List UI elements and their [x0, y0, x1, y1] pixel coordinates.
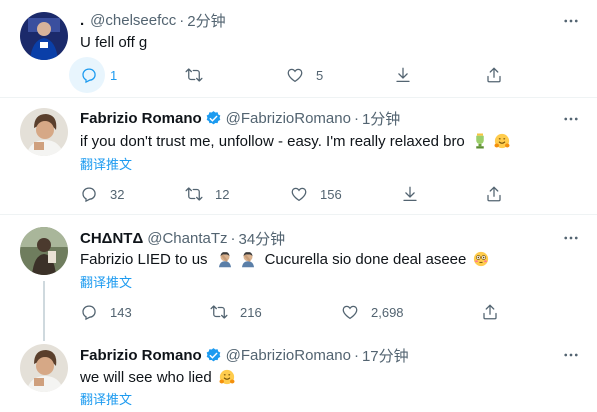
tweet-text-body: we will see who lied — [80, 368, 212, 386]
like-button[interactable]: 156 — [290, 182, 342, 206]
hugging-face-emoji-icon — [494, 133, 510, 149]
retweet-count: 216 — [240, 304, 262, 320]
translate-link[interactable]: 翻译推文 — [80, 272, 132, 291]
like-count: 5 — [316, 67, 324, 83]
author-name[interactable]: Fabrizio Romano — [80, 110, 202, 127]
author-handle[interactable]: @ChantaTz — [147, 230, 227, 247]
author-name[interactable]: CHΔNTΔ — [80, 230, 143, 247]
author-handle[interactable]: @chelseefcc — [90, 12, 176, 29]
share-icon — [481, 303, 499, 321]
tweet-text: U fell off g — [80, 34, 148, 51]
download-icon — [394, 66, 412, 84]
retweet-icon — [185, 185, 203, 203]
download-button[interactable] — [401, 182, 419, 206]
retweet-button[interactable]: 216 — [210, 300, 262, 324]
retweet-button[interactable]: 12 — [185, 182, 229, 206]
tweet-3-header: CHΔNTΔ @ChantaTz · 34分钟 — [80, 228, 285, 249]
tweet-4-header: Fabrizio Romano @FabrizioRomano · 17分钟 — [80, 345, 409, 366]
reply-count: 32 — [110, 186, 125, 202]
separator-dot: · — [353, 110, 359, 127]
verified-icon — [206, 348, 220, 362]
share-button[interactable] — [481, 300, 499, 324]
tweet-text-part-2: Cucurella sio done deal aseee — [264, 250, 467, 268]
man-facepalming-emoji-icon — [241, 252, 254, 268]
retweet-icon — [185, 66, 203, 84]
like-icon — [290, 185, 308, 203]
verified-icon — [206, 111, 220, 125]
tweet-text-body: if you don't trust me, unfollow - easy. … — [80, 132, 465, 150]
reply-button[interactable]: 1 — [80, 63, 117, 87]
like-button[interactable]: 2,698 — [341, 300, 404, 324]
more-icon[interactable] — [562, 346, 580, 364]
trophy-emoji-icon — [476, 133, 484, 149]
reply-count: 1 — [110, 67, 118, 83]
author-handle[interactable]: @FabrizioRomano — [226, 347, 351, 364]
avatar-fabrizio[interactable] — [20, 108, 68, 156]
share-icon — [485, 66, 503, 84]
tweet-3[interactable]: CHΔNTΔ @ChantaTz · 34分钟 Fabrizio LIED to… — [0, 215, 597, 412]
author-dot[interactable]: . — [80, 12, 84, 29]
reply-icon — [80, 66, 98, 84]
reply-icon — [80, 185, 98, 203]
retweet-button[interactable] — [185, 63, 203, 87]
author-name[interactable]: Fabrizio Romano — [80, 347, 202, 364]
retweet-count: 12 — [215, 186, 230, 202]
share-icon — [485, 185, 503, 203]
tweet-time[interactable]: 1分钟 — [362, 108, 400, 129]
tweet-2[interactable]: Fabrizio Romano @FabrizioRomano · 1分钟 if… — [0, 98, 597, 214]
translate-link[interactable]: 翻译推文 — [80, 154, 132, 173]
separator-dot: · — [353, 347, 359, 364]
tweet-text: Fabrizio LIED to us Cucurella sio done d… — [80, 250, 490, 268]
reply-button[interactable]: 143 — [80, 300, 132, 324]
separator-dot: · — [230, 230, 236, 247]
flushed-face-emoji-icon — [474, 251, 489, 267]
avatar-fabrizio[interactable] — [20, 344, 68, 392]
tweet-text: if you don't trust me, unfollow - easy. … — [80, 132, 511, 150]
translate-link[interactable]: 翻译推文 — [80, 389, 132, 408]
more-icon[interactable] — [562, 110, 580, 128]
reply-icon — [80, 303, 98, 321]
reply-count: 143 — [110, 304, 132, 320]
like-count: 156 — [320, 186, 342, 202]
tweet-time[interactable]: 17分钟 — [362, 345, 409, 366]
man-facepalming-emoji-icon — [218, 252, 231, 268]
tweet-1[interactable]: . @chelseefcc · 2分钟 U fell off g 1 5 — [0, 0, 597, 97]
like-icon — [286, 66, 304, 84]
tweet-text-part-1: Fabrizio LIED to us — [80, 250, 208, 268]
more-icon[interactable] — [562, 229, 580, 247]
like-count: 2,698 — [371, 304, 404, 320]
like-button[interactable]: 5 — [286, 63, 323, 87]
share-button[interactable] — [485, 63, 503, 87]
tweet-time[interactable]: 34分钟 — [239, 228, 286, 249]
avatar-chantatz[interactable] — [20, 227, 68, 275]
like-icon — [341, 303, 359, 321]
avatar-chelseefcc[interactable] — [20, 12, 68, 60]
retweet-icon — [210, 303, 228, 321]
author-handle[interactable]: @FabrizioRomano — [226, 110, 351, 127]
reply-button[interactable]: 32 — [80, 182, 124, 206]
tweet-2-header: Fabrizio Romano @FabrizioRomano · 1分钟 — [80, 108, 400, 129]
separator-dot: · — [179, 12, 185, 29]
hugging-face-emoji-icon — [219, 369, 235, 385]
tweet-text: we will see who lied — [80, 368, 236, 386]
tweet-1-header: . @chelseefcc · 2分钟 — [80, 10, 226, 31]
more-icon[interactable] — [562, 12, 580, 30]
share-button[interactable] — [485, 182, 503, 206]
thread-line — [43, 281, 45, 341]
download-button[interactable] — [394, 63, 412, 87]
tweet-time[interactable]: 2分钟 — [187, 10, 225, 31]
download-icon — [401, 185, 419, 203]
